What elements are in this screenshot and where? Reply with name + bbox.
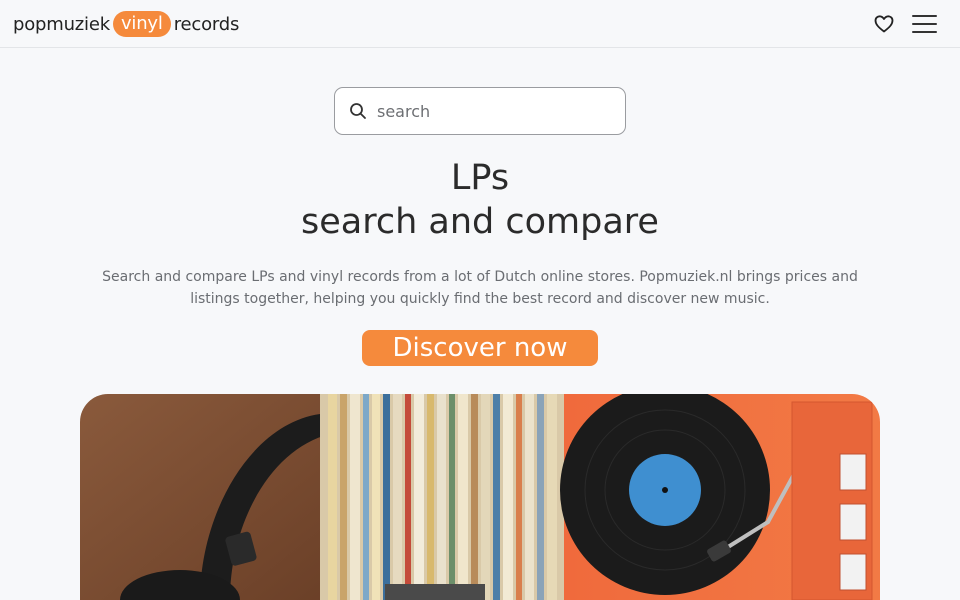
search-box[interactable] [334,87,626,135]
menu-bar [912,31,937,33]
logo-pill-vinyl: vinyl [112,11,171,37]
hero-photo-illustration [80,394,880,600]
heart-icon [874,15,894,33]
site-logo[interactable]: popmuziek vinyl records [13,11,239,37]
hero-image [80,394,880,600]
logo-text-records: records [173,13,240,35]
hero-description: Search and compare LPs and vinyl records… [102,269,858,307]
discover-now-button[interactable]: Discover now [362,330,598,366]
menu-bar [912,15,937,17]
hamburger-menu-icon[interactable] [912,13,938,35]
menu-bar [912,23,937,25]
favorites-button[interactable] [873,13,895,35]
site-header: popmuziek vinyl records [0,0,960,48]
hero-title-line1: LPs [450,158,510,198]
search-icon [335,102,377,120]
logo-text-popmuziek: popmuziek [13,13,110,35]
hero-title-line2: search and compare [301,202,659,242]
search-input[interactable] [377,91,607,131]
